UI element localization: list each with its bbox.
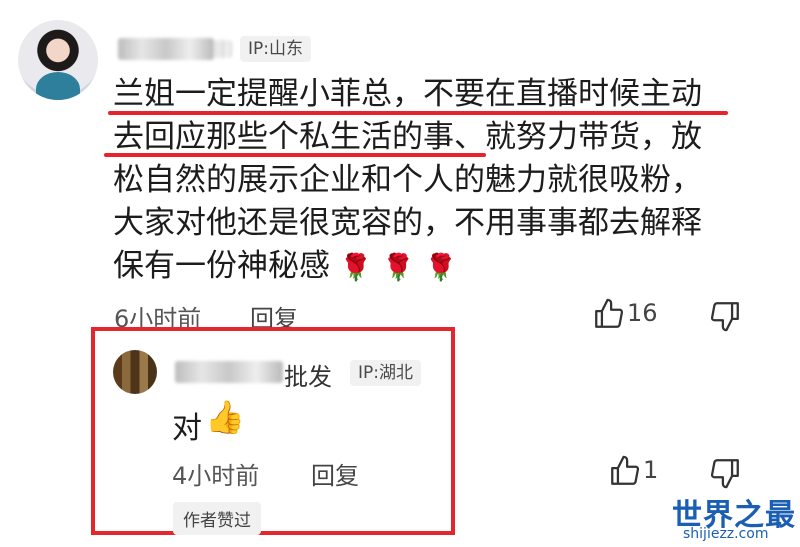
ip-location-badge: IP:山东 [240,36,311,62]
thumbs-up-emoji: 👍 [205,398,245,436]
commenter-name-blurred[interactable] [118,38,214,60]
reply-thumbs-up-icon[interactable] [608,454,642,488]
watermark-url: shijiezz.com [683,526,769,542]
reply-like-count: 1 [643,456,659,484]
comment-like-count: 16 [627,299,658,327]
reply-thumbs-down-icon[interactable] [708,456,742,490]
comment-line-4: 大家对他还是很宽容的，不用事事都去解释 [113,205,702,241]
reply-timestamp: 4小时前 [172,462,260,490]
replier-avatar[interactable] [113,350,157,394]
comment-line-2: 去回应那些个私生活的事、就努力带货，放 [113,119,702,155]
comment-line-1: 兰姐一定提醒小菲总，不要在直播时候主动 [113,76,702,112]
commenter-name-blurred-2 [214,40,232,58]
replier-name-suffix[interactable]: 批发 [284,357,332,392]
comment-line-5: 保有一份神秘感 [113,248,330,284]
comment-text: 兰姐一定提醒小菲总，不要在直播时候主动 去回应那些个私生活的事、就努力带货，放 … [113,73,763,290]
reply-ip-badge: IP:湖北 [350,360,421,386]
rose-emoji: 🌹🌹🌹 [339,253,467,283]
reply-text: 对 [172,411,202,446]
thumbs-up-icon[interactable] [592,297,626,331]
comment-line-3: 松自然的展示企业和个人的魅力就很吸粉， [113,162,702,198]
author-liked-badge: 作者赞过 [173,502,261,535]
thumbs-down-icon[interactable] [708,299,742,333]
reply-reply-button[interactable]: 回复 [311,456,359,491]
commenter-avatar[interactable] [18,20,98,100]
replier-name-blurred[interactable] [175,361,283,383]
